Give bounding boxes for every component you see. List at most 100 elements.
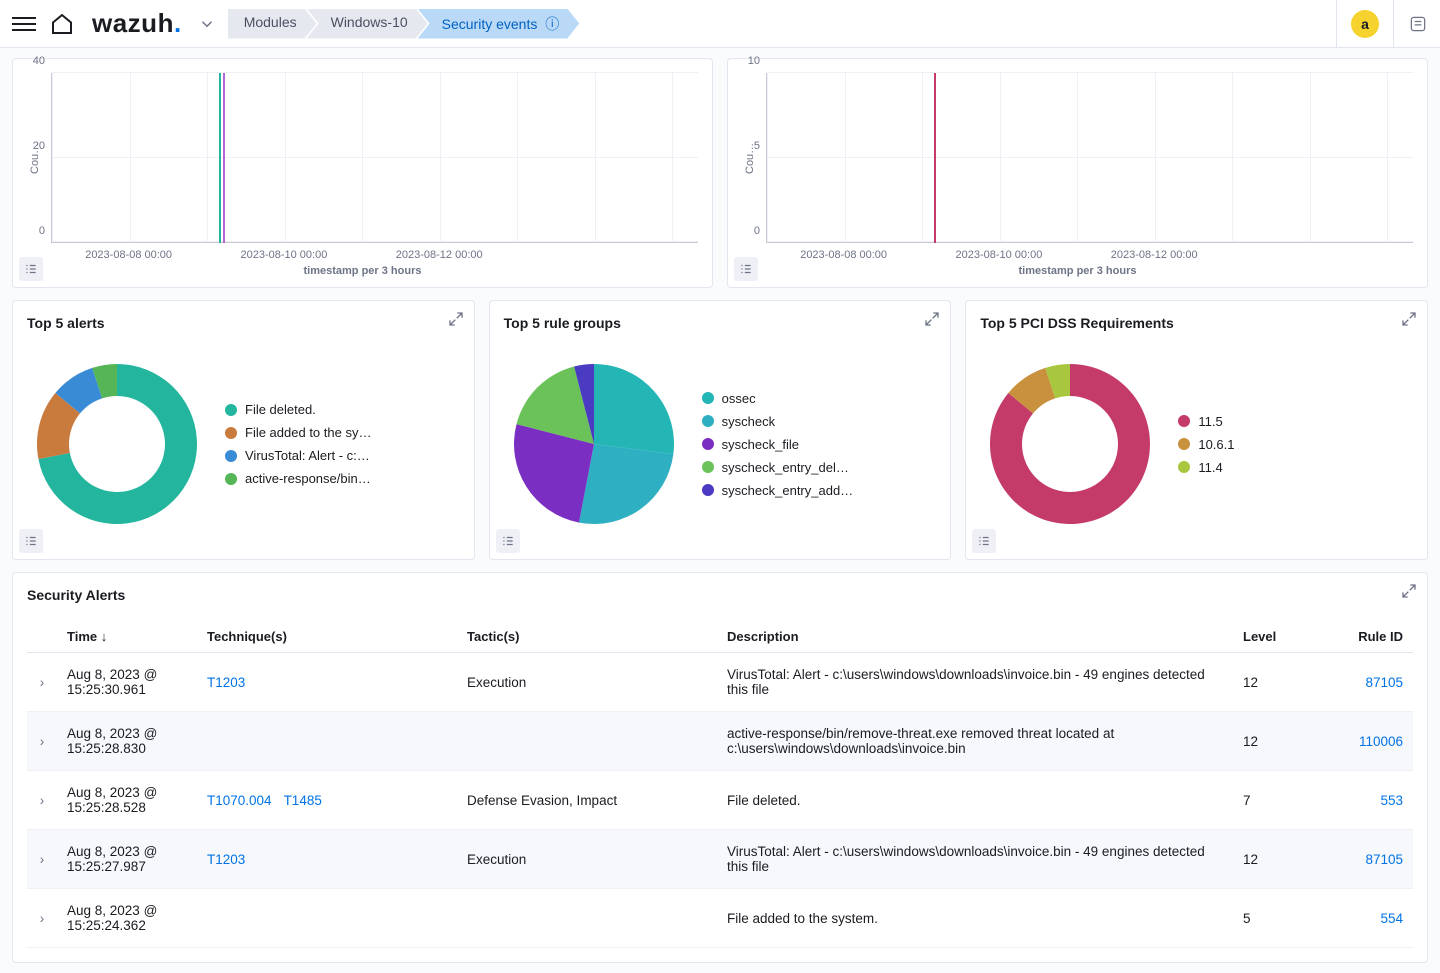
legend-swatch	[702, 392, 714, 404]
cell-ruleid: 87105	[1313, 830, 1413, 889]
ruleid-link[interactable]: 87105	[1365, 852, 1403, 867]
cell-ruleid: 87105	[1313, 653, 1413, 712]
logo-dot: .	[174, 8, 182, 38]
avatar[interactable]: a	[1351, 10, 1379, 38]
technique-link[interactable]: T1485	[284, 793, 322, 808]
legend-swatch	[702, 415, 714, 427]
table-row: › Aug 8, 2023 @ 15:25:28.528 T1070.004T1…	[27, 771, 1413, 830]
ts-ylabel: Cou…	[27, 73, 43, 243]
panel-title: Top 5 rule groups	[504, 315, 937, 331]
legend-item[interactable]: syscheck_file	[702, 437, 937, 452]
cell-level: 12	[1233, 712, 1313, 771]
expand-row-icon[interactable]: ›	[27, 830, 57, 889]
expand-row-icon[interactable]: ›	[27, 653, 57, 712]
ts-ytick: 40	[33, 55, 51, 67]
breadcrumb-agent[interactable]: Windows-10	[307, 9, 428, 39]
pie-chart[interactable]	[27, 349, 207, 539]
legend-item[interactable]: ossec	[702, 391, 937, 406]
expand-icon[interactable]	[924, 311, 940, 327]
col-level[interactable]: Level	[1233, 621, 1313, 653]
technique-link[interactable]: T1203	[207, 852, 245, 867]
breadcrumb-modules[interactable]: Modules	[228, 9, 317, 39]
cell-ruleid: 554	[1313, 889, 1413, 948]
list-toggle-icon[interactable]	[19, 257, 43, 281]
ts-ytick: 0	[39, 225, 51, 237]
pie-slice[interactable]	[579, 444, 673, 524]
legend-label: ossec	[722, 391, 756, 406]
breadcrumb-security-events[interactable]: Security events ⓘ	[418, 9, 580, 39]
menu-icon[interactable]	[12, 12, 36, 36]
legend-item[interactable]: 11.5	[1178, 414, 1413, 429]
legend-swatch	[702, 438, 714, 450]
cell-ruleid: 110006	[1313, 712, 1413, 771]
news-icon[interactable]	[1408, 14, 1428, 34]
legend-item[interactable]: active-response/bin…	[225, 471, 460, 486]
list-toggle-icon[interactable]	[734, 257, 758, 281]
pie-slice[interactable]	[594, 364, 674, 454]
timeseries-panel-2: Cou… 05102023-08-08 00:002023-08-10 00:0…	[727, 58, 1428, 288]
ruleid-link[interactable]: 554	[1380, 911, 1403, 926]
cell-technique: T1203	[197, 653, 457, 712]
pie-panel-2: Top 5 PCI DSS Requirements 11.510.6.111.…	[965, 300, 1428, 560]
expand-icon[interactable]	[1401, 311, 1417, 327]
ts-xtick: 2023-08-10 00:00	[240, 243, 327, 261]
ts-plot[interactable]: 020402023-08-08 00:002023-08-10 00:00202…	[51, 73, 698, 243]
sort-desc-icon: ↓	[101, 629, 108, 644]
cell-technique	[197, 712, 457, 771]
cell-tactic	[457, 889, 717, 948]
technique-link[interactable]: T1203	[207, 675, 245, 690]
legend-item[interactable]: syscheck_entry_del…	[702, 460, 937, 475]
legend-swatch	[1178, 438, 1190, 450]
ts-ytick: 0	[754, 225, 766, 237]
ruleid-link[interactable]: 553	[1380, 793, 1403, 808]
legend-item[interactable]: syscheck_entry_add…	[702, 483, 937, 498]
col-time[interactable]: Time ↓	[57, 621, 197, 653]
cell-time: Aug 8, 2023 @ 15:25:24.362	[57, 889, 197, 948]
legend-item[interactable]: 10.6.1	[1178, 437, 1413, 452]
ts-xtick: 2023-08-12 00:00	[396, 243, 483, 261]
cell-tactic: Defense Evasion, Impact	[457, 771, 717, 830]
legend-label: File added to the sy…	[245, 425, 371, 440]
cell-tactic: Execution	[457, 653, 717, 712]
col-ruleid[interactable]: Rule ID	[1313, 621, 1413, 653]
legend-item[interactable]: File added to the sy…	[225, 425, 460, 440]
col-description[interactable]: Description	[717, 621, 1233, 653]
ts-ylabel: Cou…	[742, 73, 758, 243]
cell-level: 12	[1233, 830, 1313, 889]
list-toggle-icon[interactable]	[496, 529, 520, 553]
expand-row-icon[interactable]: ›	[27, 889, 57, 948]
home-icon[interactable]	[50, 12, 74, 36]
legend-item[interactable]: 11.4	[1178, 460, 1413, 475]
expand-icon[interactable]	[1401, 583, 1417, 599]
expand-row-icon[interactable]: ›	[27, 771, 57, 830]
legend: 11.5 10.6.1 11.4	[1178, 414, 1413, 475]
legend: ossec syscheck syscheck_file syscheck_entry…	[702, 391, 937, 498]
ts-spike	[223, 73, 225, 243]
col-tactic[interactable]: Tactic(s)	[457, 621, 717, 653]
expand-icon[interactable]	[448, 311, 464, 327]
legend-item[interactable]: File deleted.	[225, 402, 460, 417]
table-row: › Aug 8, 2023 @ 15:25:24.362 File added …	[27, 889, 1413, 948]
table-row: › Aug 8, 2023 @ 15:25:27.987 T1203 Execu…	[27, 830, 1413, 889]
ruleid-link[interactable]: 110006	[1359, 734, 1403, 749]
pie-chart[interactable]	[504, 349, 684, 539]
app-header: wazuh. Modules Windows-10 Security event…	[0, 0, 1440, 48]
list-toggle-icon[interactable]	[972, 529, 996, 553]
timeseries-panel-1: Cou… 020402023-08-08 00:002023-08-10 00:…	[12, 58, 713, 288]
col-label: Time	[67, 629, 97, 644]
legend-swatch	[225, 404, 237, 416]
ts-plot[interactable]: 05102023-08-08 00:002023-08-10 00:002023…	[766, 73, 1413, 243]
expand-row-icon[interactable]: ›	[27, 712, 57, 771]
chevron-down-icon[interactable]	[198, 15, 216, 33]
logo[interactable]: wazuh.	[92, 8, 182, 39]
legend-item[interactable]: syscheck	[702, 414, 937, 429]
legend-item[interactable]: VirusTotal: Alert - c:…	[225, 448, 460, 463]
ruleid-link[interactable]: 87105	[1365, 675, 1403, 690]
cell-technique	[197, 889, 457, 948]
technique-link[interactable]: T1070.004	[207, 793, 272, 808]
pie-chart[interactable]	[980, 349, 1160, 539]
list-toggle-icon[interactable]	[19, 529, 43, 553]
col-technique[interactable]: Technique(s)	[197, 621, 457, 653]
panel-title: Top 5 PCI DSS Requirements	[980, 315, 1413, 331]
legend-swatch	[225, 427, 237, 439]
